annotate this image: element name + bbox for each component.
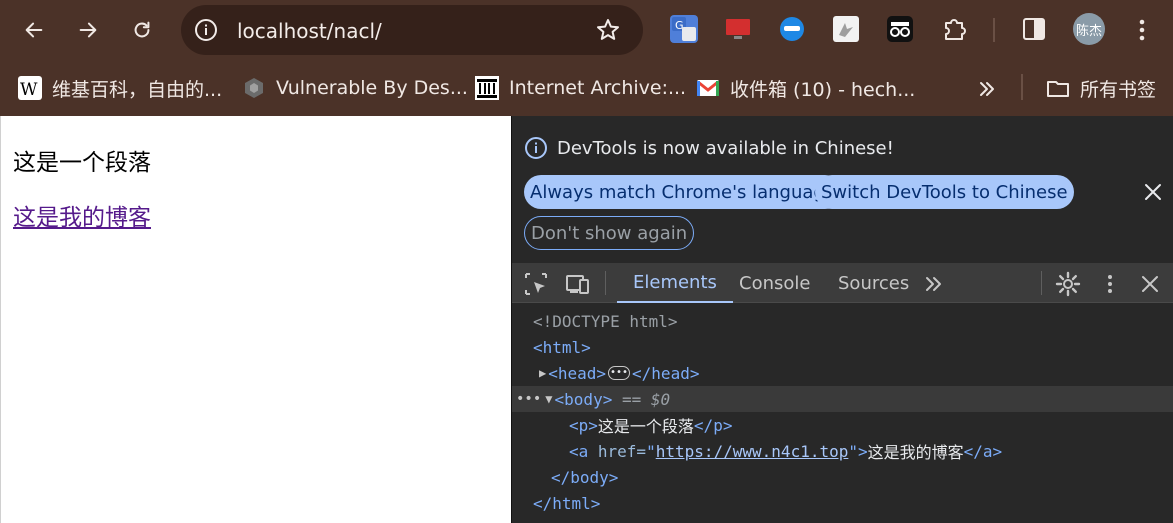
- mask-extension-icon[interactable]: [778, 15, 806, 43]
- incognito-extension-icon[interactable]: [886, 15, 914, 43]
- selected-node-ref: == $0: [612, 389, 671, 409]
- html-open-tag: <html>: [533, 337, 591, 357]
- chevron-double-right-icon[interactable]: [974, 76, 1000, 102]
- html-close-tag: </html>: [533, 493, 601, 513]
- url-text[interactable]: localhost/nacl/: [237, 19, 382, 43]
- language-infobar: DevTools is now available in Chinese! Al…: [512, 116, 1173, 263]
- folder-icon: [1046, 76, 1070, 100]
- tab-sources[interactable]: Sources: [838, 263, 909, 303]
- all-bookmarks-button[interactable]: 所有书签: [1046, 72, 1156, 104]
- node-actions-dots-icon[interactable]: •••: [516, 391, 541, 407]
- collapsed-ellipsis-icon[interactable]: •••: [608, 366, 631, 380]
- bookmark-star-icon[interactable]: [595, 17, 621, 43]
- body-open-tag: <body>: [554, 389, 613, 409]
- gmail-icon: [696, 76, 720, 100]
- close-devtools-icon[interactable]: [1137, 271, 1163, 297]
- elements-dom-tree: <!DOCTYPE html> <html> ▶ <head> ••• </he…: [512, 303, 1173, 523]
- tab-console[interactable]: Console: [739, 263, 810, 303]
- svg-text:W: W: [20, 80, 38, 100]
- dom-node-html-close[interactable]: </html>: [512, 490, 1173, 516]
- match-language-button[interactable]: Always match Chrome's language: [524, 175, 842, 209]
- a-href-attr: href=: [588, 441, 647, 461]
- bird-extension-icon[interactable]: [832, 15, 860, 43]
- dom-node-a[interactable]: <a href= " https://www.n4c1.top "> 这是我的博客 </a…: [512, 438, 1173, 464]
- page-viewport: 这是一个段落 这是我的博客: [0, 116, 511, 523]
- chrome-menu-icon[interactable]: [1130, 14, 1154, 46]
- archive-icon: [475, 76, 499, 100]
- dom-node-head[interactable]: ▶ <head> ••• </head>: [512, 360, 1173, 386]
- profile-avatar[interactable]: 陈杰: [1073, 13, 1105, 45]
- bookmarks-bar: W 维基百科，自由的... Vulnerable By Des... Inter…: [0, 60, 1173, 116]
- bookmark-item[interactable]: Vulnerable By Des...: [242, 72, 468, 104]
- arrow-left-icon: [25, 22, 43, 38]
- bookmark-label: 维基百科，自由的...: [52, 78, 223, 101]
- inspect-element-icon[interactable]: [523, 271, 549, 297]
- bookmark-item[interactable]: 收件箱 (10) - hech...: [696, 72, 915, 104]
- devtools-tabbar: Elements Console Sources: [512, 263, 1173, 303]
- bookmark-label: Vulnerable By Des...: [276, 77, 468, 99]
- wikipedia-icon: W: [18, 76, 42, 100]
- body-close-tag: </body>: [551, 467, 619, 487]
- back-button[interactable]: [16, 12, 52, 48]
- p-open-tag: <p>: [569, 415, 598, 435]
- monitor-extension-icon[interactable]: [724, 15, 752, 43]
- reload-button[interactable]: [124, 12, 160, 48]
- dom-node-body[interactable]: ••• ▼ <body> == $0: [512, 386, 1173, 412]
- page-paragraph: 这是一个段落: [13, 150, 151, 176]
- dom-node-html[interactable]: <html>: [512, 334, 1173, 360]
- a-open-tag: <a: [569, 441, 589, 461]
- bookmarks-divider: [1021, 74, 1023, 100]
- page-blog-link[interactable]: 这是我的博客: [13, 198, 151, 232]
- forward-button[interactable]: [70, 12, 106, 48]
- translate-extension-icon[interactable]: G: [670, 15, 698, 43]
- expand-triangle-icon[interactable]: ▶: [539, 366, 546, 380]
- a-quote-close: ">: [848, 441, 868, 461]
- dom-node-p[interactable]: <p> 这是一个段落 </p>: [512, 412, 1173, 438]
- head-close-tag: </head>: [632, 363, 700, 383]
- all-bookmarks-label: 所有书签: [1080, 78, 1157, 101]
- extensions-puzzle-icon[interactable]: [940, 15, 968, 43]
- tabbar-divider: [1041, 271, 1042, 295]
- device-toolbar-icon[interactable]: [565, 271, 591, 297]
- side-panel-icon[interactable]: [1020, 15, 1048, 43]
- head-open-tag: <head>: [548, 363, 607, 383]
- a-close-tag: </a>: [963, 441, 1003, 461]
- collapse-triangle-icon[interactable]: ▼: [545, 392, 552, 406]
- bookmark-label: 收件箱 (10) - hech...: [730, 78, 916, 101]
- infobar-message: DevTools is now available in Chinese!: [557, 138, 894, 159]
- settings-gear-icon[interactable]: [1055, 271, 1081, 297]
- browser-toolbar: localhost/nacl/ G 陈杰: [0, 0, 1173, 60]
- devtools-menu-icon[interactable]: [1097, 271, 1123, 297]
- bookmark-item[interactable]: W 维基百科，自由的...: [18, 72, 222, 104]
- tab-elements[interactable]: Elements: [617, 263, 733, 303]
- toolbar-divider: [993, 18, 995, 42]
- dom-node-doctype[interactable]: <!DOCTYPE html>: [512, 308, 1173, 334]
- p-close-tag: </p>: [693, 415, 733, 435]
- devtools-panel: DevTools is now available in Chinese! Al…: [511, 116, 1173, 523]
- bookmark-label: Internet Archive:...: [509, 77, 687, 99]
- address-bar[interactable]: localhost/nacl/: [181, 5, 643, 55]
- a-quote-open: ": [646, 441, 656, 461]
- tabbar-divider: [605, 271, 606, 295]
- vulnhub-icon: [242, 76, 266, 100]
- site-info-icon[interactable]: [193, 17, 219, 43]
- bookmark-item[interactable]: Internet Archive:...: [475, 72, 686, 104]
- reload-icon: [134, 21, 150, 38]
- dont-show-again-button[interactable]: Don't show again: [524, 216, 695, 250]
- doctype-text: <!DOCTYPE html>: [533, 311, 678, 331]
- info-icon: [525, 137, 547, 159]
- more-tabs-chevron-icon[interactable]: [921, 271, 947, 297]
- p-text: 这是一个段落: [597, 417, 694, 436]
- a-text: 这是我的博客: [867, 443, 964, 462]
- a-href-value[interactable]: https://www.n4c1.top: [656, 442, 849, 461]
- dom-node-body-close[interactable]: </body>: [512, 464, 1173, 490]
- switch-chinese-button[interactable]: Switch DevTools to Chinese: [815, 175, 1074, 209]
- arrow-right-icon: [79, 22, 97, 38]
- close-icon[interactable]: [1141, 180, 1165, 204]
